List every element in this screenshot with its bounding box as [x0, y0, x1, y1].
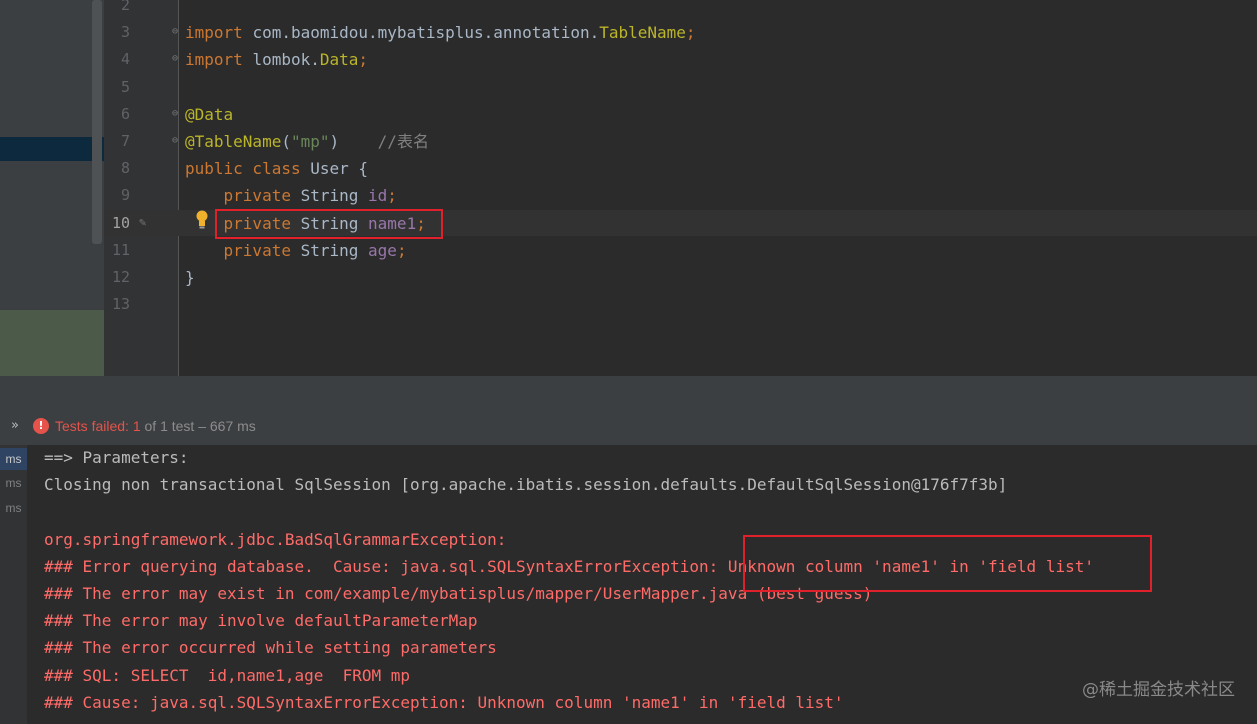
timing-label[interactable]: ms [0, 497, 27, 519]
code-token: private [223, 241, 301, 260]
code-token: Data [319, 50, 359, 69]
code-line: private String age; [185, 237, 407, 264]
line-number: 10 [111, 214, 130, 232]
code-token: } [185, 268, 195, 287]
line-number: 11 [111, 241, 130, 259]
console-line: org.springframework.jdbc.BadSqlGrammarEx… [44, 530, 517, 549]
watermark: @稀土掘金技术社区 [1082, 680, 1235, 700]
timing-strip: ms ms ms [0, 445, 27, 724]
lightbulb-icon[interactable] [195, 209, 209, 231]
edit-gutter-icon[interactable]: ✎ [139, 212, 146, 232]
code-token: import [185, 23, 253, 42]
project-panel [0, 0, 104, 376]
timing-label[interactable]: ms [0, 448, 27, 470]
error-highlight-box [743, 535, 1152, 592]
project-selected-row[interactable] [0, 137, 104, 161]
fold-marker-icon[interactable]: ⊖ [172, 26, 182, 38]
code-token: ; [396, 241, 407, 260]
console-line: ### Cause: java.sql.SQLSyntaxErrorExcept… [44, 693, 844, 712]
line-number: 5 [120, 78, 130, 96]
line-number: 12 [111, 268, 130, 286]
fold-marker-icon[interactable]: ⊖ [172, 108, 182, 120]
code-line: @Data [185, 101, 233, 128]
code-token: private [223, 186, 301, 205]
name1-highlight-box [215, 209, 443, 239]
code-token: TableName [599, 23, 686, 42]
code-line: } [185, 264, 195, 291]
line-number: 4 [120, 50, 130, 68]
code-token: public class [185, 159, 311, 178]
line-number: 2 [120, 0, 130, 14]
code-token: lombok. [252, 50, 320, 69]
code-line: private String id; [185, 182, 397, 209]
code-line: public class User { [185, 155, 368, 182]
tests-summary-label: of 1 test – 667 ms [140, 418, 256, 434]
expand-chevron-icon[interactable]: » [11, 418, 19, 434]
code-token: String [300, 241, 369, 260]
code-token: id [368, 186, 388, 205]
code-token: @Data [185, 105, 234, 124]
code-token: "mp" [290, 132, 330, 151]
code-token: @TableName [185, 132, 282, 151]
console-line: ### The error occurred while setting par… [44, 638, 497, 657]
code-line: import com.baomidou.mybatisplus.annotati… [185, 19, 696, 46]
timing-label[interactable]: ms [0, 472, 27, 494]
fold-marker-icon[interactable]: ⊖ [172, 135, 182, 147]
fold-marker-icon[interactable]: ⊖ [172, 53, 182, 65]
tests-failed-label: Tests failed: 1 [55, 418, 141, 434]
code-token: com.baomidou.mybatisplus.annotation. [252, 23, 600, 42]
code-token: User { [310, 159, 369, 178]
code-line: import lombok.Data; [185, 46, 368, 73]
code-token: ; [685, 23, 696, 42]
code-token: String [300, 186, 369, 205]
code-token: //表名 [377, 132, 429, 151]
line-number: 6 [120, 105, 130, 123]
console-line: ### The error may involve defaultParamet… [44, 611, 478, 630]
code-token: ) [329, 132, 378, 151]
code-token: ; [387, 186, 397, 205]
line-number: 9 [120, 186, 130, 204]
line-number: 8 [120, 159, 130, 177]
code-token: ; [358, 50, 369, 69]
project-highlight-area [0, 310, 104, 376]
test-status: Tests failed: 1 of 1 test – 667 ms [55, 418, 256, 435]
line-number: 7 [120, 132, 130, 150]
line-number: 13 [111, 295, 130, 313]
console-line: ### SQL: SELECT id,name1,age FROM mp [44, 666, 411, 685]
error-icon: ! [33, 418, 49, 434]
console-line: Closing non transactional SqlSession [or… [44, 475, 1008, 494]
code-token: age [368, 241, 397, 260]
panel-divider[interactable] [0, 376, 1257, 410]
code-line: @TableName("mp") //表名 [185, 128, 429, 155]
console-line: ==> Parameters: [44, 448, 199, 467]
code-token: import [185, 50, 253, 69]
line-number: 3 [120, 23, 130, 41]
code-token: ( [281, 132, 291, 151]
project-scrollbar[interactable] [92, 0, 102, 244]
